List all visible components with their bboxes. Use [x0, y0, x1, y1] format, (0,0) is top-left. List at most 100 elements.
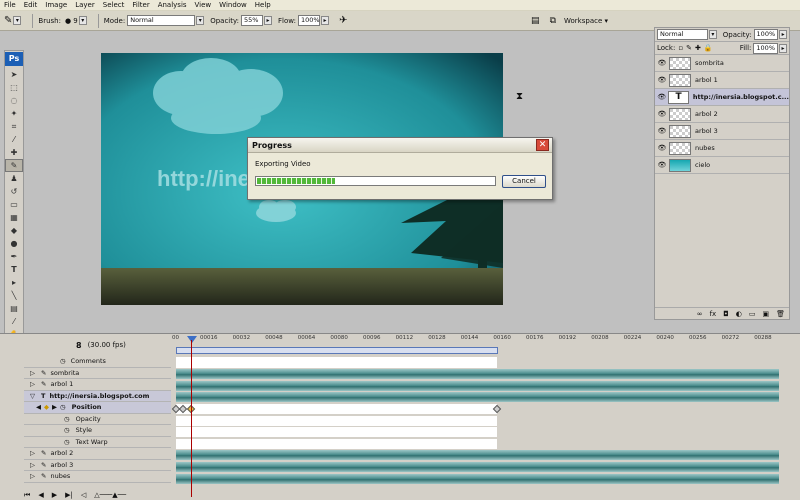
timeline-row-text-layer[interactable]: ▽ T http://inersia.blogspot.com — [24, 390, 171, 402]
timeline-row-arbol-1[interactable]: ▷ ✎ arbol 1 — [24, 379, 171, 391]
path-select-tool-icon[interactable]: ▸ — [5, 276, 23, 289]
next-frame-icon[interactable]: ▶| — [65, 491, 73, 499]
menu-analysis[interactable]: Analysis — [158, 1, 187, 9]
trash-icon[interactable]: 🗑 — [776, 310, 785, 318]
layer-row-arbol-3[interactable]: 👁 arbol 3 — [655, 123, 789, 140]
timeline-row-position[interactable]: ◀ ◆ ▶ ◷ Position — [24, 402, 171, 414]
track-arbol-3[interactable] — [176, 462, 779, 472]
timeline-row-arbol-2[interactable]: ▷ ✎ arbol 2 — [24, 448, 171, 460]
eye-icon[interactable]: 👁 — [657, 93, 666, 101]
expand-triangle-icon[interactable]: ▷ — [30, 461, 35, 469]
stopwatch-icon[interactable]: ◷ — [60, 357, 66, 365]
timeline-ruler[interactable]: 00 00016 00032 00048 00064 00080 00096 00112 001… — [172, 334, 787, 344]
menu-file[interactable]: File — [4, 1, 16, 9]
timeline-row-comments[interactable]: ◷ Comments — [24, 356, 171, 368]
expand-triangle-icon[interactable]: ▷ — [30, 380, 35, 388]
prev-frame-icon[interactable]: ◀ — [38, 491, 43, 499]
timeline-row-nubes[interactable]: ▷ ✎ nubes — [24, 471, 171, 483]
expand-triangle-icon[interactable]: ▷ — [30, 449, 35, 457]
collapse-triangle-icon[interactable]: ▽ — [30, 392, 35, 400]
lock-image-icon[interactable]: ✎ — [686, 44, 692, 52]
eye-icon[interactable]: 👁 — [657, 127, 667, 135]
eye-icon[interactable]: 👁 — [657, 76, 667, 84]
work-area-bar[interactable] — [176, 347, 498, 354]
play-icon[interactable]: ▶ — [52, 491, 57, 499]
menu-layer[interactable]: Layer — [75, 1, 95, 9]
lock-all-icon[interactable]: 🔒 — [704, 44, 713, 52]
layer-row-arbol-1[interactable]: 👁 arbol 1 — [655, 72, 789, 89]
marquee-tool-icon[interactable]: ⬚ — [5, 81, 23, 94]
line-tool-icon[interactable]: ╲ — [5, 289, 23, 302]
eye-icon[interactable]: 👁 — [657, 110, 667, 118]
palette-icon[interactable]: ▤ — [531, 16, 540, 26]
chevron-right-icon[interactable]: ▸ — [779, 30, 787, 39]
flow-field[interactable]: 100% — [297, 15, 320, 26]
mask-icon[interactable]: ◘ — [723, 310, 729, 318]
expand-triangle-icon[interactable]: ▷ — [30, 369, 35, 377]
zoom-slider[interactable]: △───▲── — [94, 491, 126, 499]
layer-row-nubes[interactable]: 👁 nubes — [655, 140, 789, 157]
move-tool-icon[interactable]: ➤ — [5, 68, 23, 81]
menu-edit[interactable]: Edit — [24, 1, 38, 9]
mode-select[interactable]: Normal — [127, 15, 196, 26]
current-time-indicator[interactable] — [187, 336, 197, 343]
menu-image[interactable]: Image — [45, 1, 67, 9]
menu-filter[interactable]: Filter — [132, 1, 149, 9]
fx-icon[interactable]: fx — [710, 310, 717, 318]
eyedropper-2-tool-icon[interactable]: ⁄ — [5, 315, 23, 328]
dodge-tool-icon[interactable]: ● — [5, 237, 23, 250]
chevron-right-icon[interactable]: ▸ — [779, 43, 787, 53]
track-arbol-2[interactable] — [176, 450, 779, 460]
timeline-row-text-warp[interactable]: ◷ Text Warp — [24, 437, 171, 448]
brush-tool-preset[interactable]: ✎ ▾ — [4, 15, 22, 26]
gradient-tool-icon[interactable]: ▦ — [5, 211, 23, 224]
adjustment-icon[interactable]: ◐ — [736, 310, 742, 318]
track-text-layer[interactable] — [176, 392, 779, 402]
fill-field[interactable]: 100% — [753, 42, 778, 54]
timeline-row-sombrita[interactable]: ▷ ✎ sombrita — [24, 368, 171, 379]
eye-icon[interactable]: 👁 — [657, 161, 667, 169]
prev-keyframe-icon[interactable]: ◀ — [36, 403, 41, 411]
menu-select[interactable]: Select — [103, 1, 125, 9]
eyedropper-tool-icon[interactable]: ⁄ — [5, 133, 23, 146]
blur-tool-icon[interactable]: ◆ — [5, 224, 23, 237]
opacity-field[interactable]: 55% — [240, 15, 263, 26]
chevron-right-icon[interactable]: ▸ — [320, 16, 329, 25]
eraser-tool-icon[interactable]: ▭ — [5, 198, 23, 211]
airbrush-icon[interactable]: ✈ — [339, 15, 347, 26]
bridge-icon[interactable]: ⧉ — [550, 16, 556, 26]
stamp-tool-icon[interactable]: ♟ — [5, 172, 23, 185]
magic-wand-tool-icon[interactable]: ✦ — [5, 107, 23, 120]
eye-icon[interactable]: 👁 — [657, 59, 667, 67]
healing-tool-icon[interactable]: ✚ — [5, 146, 23, 159]
timeline-row-arbol-3[interactable]: ▷ ✎ arbol 3 — [24, 460, 171, 471]
lock-position-icon[interactable]: ✚ — [695, 44, 701, 52]
blend-mode-select[interactable]: Normal — [657, 29, 708, 40]
layer-row-text[interactable]: 👁 T http://inersia.blogspot.c... — [655, 89, 789, 106]
lasso-tool-icon[interactable]: ◌ — [5, 94, 23, 107]
chevron-down-icon[interactable]: ▾ — [13, 16, 22, 25]
layer-row-arbol-2[interactable]: 👁 arbol 2 — [655, 106, 789, 123]
brush-tool-icon[interactable]: ✎ — [5, 159, 23, 172]
chevron-right-icon[interactable]: ▸ — [263, 16, 272, 25]
chevron-down-icon[interactable]: ▾ — [708, 30, 717, 39]
brush-size-picker[interactable]: ● 9 — [65, 17, 78, 25]
stopwatch-icon[interactable]: ◷ — [64, 426, 70, 434]
notes-tool-icon[interactable]: ▤ — [5, 302, 23, 315]
layer-opacity-field[interactable]: 100% — [753, 29, 779, 40]
stopwatch-icon[interactable]: ◷ — [60, 403, 66, 411]
pen-tool-icon[interactable]: ✒ — [5, 250, 23, 263]
next-keyframe-icon[interactable]: ▶ — [52, 403, 57, 411]
expand-triangle-icon[interactable]: ▷ — [30, 472, 35, 480]
folder-icon[interactable]: ▭ — [749, 310, 756, 318]
stopwatch-icon[interactable]: ◷ — [64, 438, 70, 446]
eye-icon[interactable]: 👁 — [657, 144, 667, 152]
track-position[interactable] — [176, 404, 497, 414]
stopwatch-icon[interactable]: ◷ — [64, 415, 70, 423]
menu-window[interactable]: Window — [219, 1, 247, 9]
track-arbol-1[interactable] — [176, 381, 779, 391]
new-layer-icon[interactable]: ▣ — [762, 310, 769, 318]
type-tool-icon[interactable]: T — [5, 263, 23, 276]
link-icon[interactable]: ∞ — [697, 310, 703, 318]
chevron-down-icon[interactable]: ▾ — [78, 16, 87, 25]
